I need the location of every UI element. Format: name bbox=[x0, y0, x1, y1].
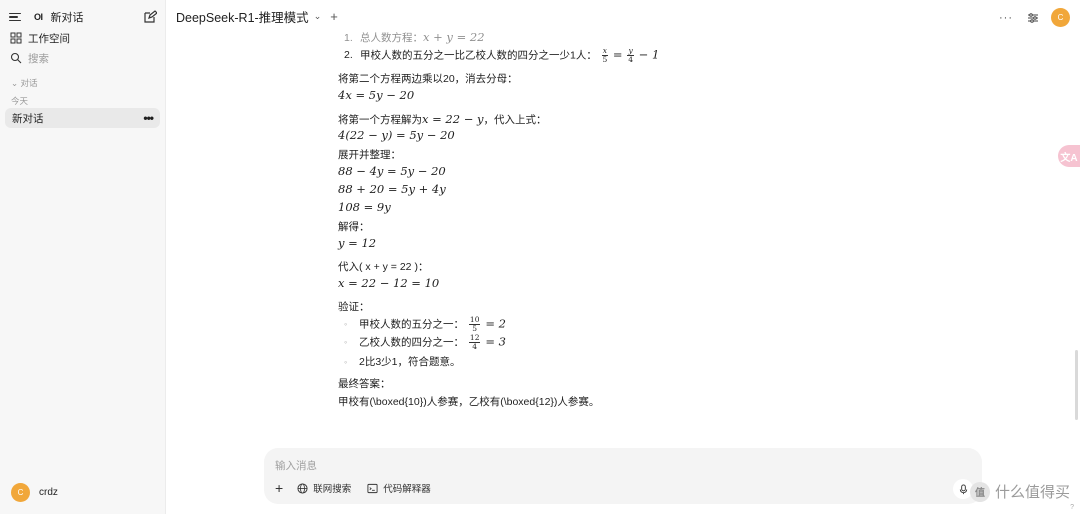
fraction: y4 bbox=[627, 46, 634, 64]
user-name: crdz bbox=[39, 487, 58, 498]
sidebar: OI 新对话 工作空间 搜索 ⌄ 对话 今天 新对话 ••• C crdz bbox=[0, 0, 166, 514]
math-line: y = 12 bbox=[338, 236, 377, 250]
fraction: x5 bbox=[601, 46, 608, 64]
step-text: 将第一个方程解为x = 22 − y，代入上式： bbox=[338, 112, 547, 126]
equation-item-2: 2. 甲校人数的五分之一比乙校人数的四分之一少1人： x5 = y4 − 1 bbox=[344, 46, 660, 64]
message-composer[interactable]: 输入消息 + 联网搜索 代码解释器 bbox=[264, 448, 982, 504]
step-text: 验证： bbox=[338, 301, 370, 313]
add-model-icon[interactable]: + bbox=[330, 9, 338, 24]
new-chat-link[interactable]: 新对话 bbox=[51, 9, 84, 25]
settings-sliders-icon[interactable] bbox=[1027, 12, 1039, 24]
math-line: x = 22 − 12 = 10 bbox=[338, 276, 440, 290]
assistant-message: 1. 总人数方程：x + y = 22 2. 甲校人数的五分之一比乙校人数的四分之一… bbox=[338, 0, 858, 430]
globe-icon bbox=[297, 482, 308, 494]
section-label-chats[interactable]: ⌄ 对话 bbox=[11, 77, 38, 89]
user-menu[interactable]: C crdz bbox=[11, 483, 58, 502]
header-actions: ··· C bbox=[999, 8, 1070, 27]
watermark: 值 什么值得买 bbox=[969, 481, 1070, 502]
watermark-text: 什么值得买 bbox=[994, 484, 1070, 501]
sidebar-item-label: 工作空间 bbox=[28, 32, 70, 45]
search-label: 搜索 bbox=[28, 52, 49, 65]
fraction: 12 4 bbox=[468, 333, 481, 351]
translate-icon[interactable]: 文A bbox=[1058, 145, 1080, 167]
step-text: 将第二个方程两边乘以20，消去分母： bbox=[338, 73, 518, 85]
web-search-button[interactable]: 联网搜索 bbox=[297, 481, 351, 495]
plus-icon[interactable]: + bbox=[275, 481, 283, 495]
date-group-today: 今天 bbox=[11, 96, 29, 106]
help-icon[interactable]: ? bbox=[1070, 504, 1074, 511]
watermark-logo: 值 bbox=[969, 481, 990, 502]
avatar: C bbox=[11, 483, 30, 502]
microphone-icon bbox=[959, 483, 967, 494]
code-interpreter-label: 代码解释器 bbox=[383, 484, 431, 495]
app-logo: OI bbox=[34, 12, 43, 22]
chat-item-label: 新对话 bbox=[12, 112, 44, 125]
menu-icon[interactable] bbox=[8, 10, 22, 24]
step-text: 解得： bbox=[338, 221, 370, 233]
sidebar-chat-item[interactable]: 新对话 ••• bbox=[5, 108, 160, 128]
more-icon[interactable]: ··· bbox=[999, 12, 1013, 24]
code-interpreter-button[interactable]: 代码解释器 bbox=[367, 481, 431, 495]
fraction: 10 5 bbox=[468, 315, 481, 333]
sidebar-search[interactable]: 搜索 bbox=[8, 48, 157, 68]
sidebar-top-bar: OI 新对话 bbox=[8, 8, 157, 26]
math-line: 4x = 5y − 20 bbox=[338, 88, 415, 102]
header-avatar[interactable]: C bbox=[1051, 8, 1070, 27]
step-text: 展开并整理： bbox=[338, 149, 401, 161]
chat-header: DeepSeek-R1-推理模式 ⌄ + ··· C bbox=[166, 0, 1080, 32]
search-icon bbox=[10, 52, 22, 64]
terminal-icon bbox=[367, 483, 378, 493]
step-text: 最终答案： bbox=[338, 378, 391, 390]
math-line: 88 + 20 = 5y + 4y bbox=[338, 182, 446, 196]
sidebar-item-workspace[interactable]: 工作空间 bbox=[8, 28, 157, 48]
scrollbar[interactable] bbox=[1075, 350, 1078, 420]
step-text: 代入( x + y = 22 )： bbox=[338, 261, 429, 273]
math-line: 88 − 4y = 5y − 20 bbox=[338, 164, 446, 178]
composer-tools: + 联网搜索 代码解释器 bbox=[275, 481, 447, 495]
list-item: ◦ 甲校人数的五分之一： 10 5 = 2 bbox=[344, 315, 506, 333]
equation-item-1: 1. 总人数方程：x + y = 22 bbox=[344, 30, 485, 44]
section-label-text: 对话 bbox=[20, 78, 38, 88]
compose-icon[interactable] bbox=[143, 10, 157, 24]
more-options-icon[interactable]: ••• bbox=[143, 111, 154, 125]
final-answer: 甲校有(\boxed{10})人参赛，乙校有(\boxed{12})人参赛。 bbox=[338, 396, 600, 408]
message-input[interactable]: 输入消息 bbox=[275, 458, 317, 473]
math-line: 4(22 − y) = 5y − 20 bbox=[338, 128, 455, 142]
model-selector[interactable]: DeepSeek-R1-推理模式 bbox=[176, 7, 309, 26]
chevron-down-icon[interactable]: ⌄ bbox=[314, 11, 322, 22]
list-item: ◦ 2比3少1，符合题意。 bbox=[344, 356, 461, 368]
web-search-label: 联网搜索 bbox=[313, 484, 352, 495]
grid-icon bbox=[10, 32, 22, 44]
chevron-down-icon: ⌄ bbox=[11, 78, 19, 88]
list-item: ◦ 乙校人数的四分之一： 12 4 = 3 bbox=[344, 333, 506, 351]
math-line: 108 = 9y bbox=[338, 200, 391, 214]
